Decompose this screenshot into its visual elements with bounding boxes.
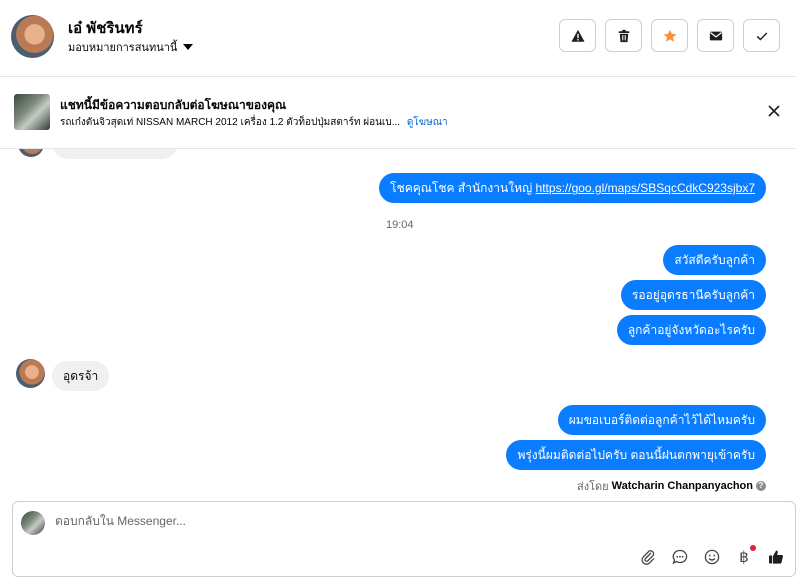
sent-by-label: ส่งโดย: [577, 481, 609, 493]
spam-button[interactable]: [559, 19, 596, 52]
header-actions: [559, 19, 780, 52]
page-avatar: [21, 511, 45, 535]
incoming-message-bubble: [52, 149, 178, 159]
check-icon: [756, 31, 767, 40]
ad-thumbnail[interactable]: [14, 94, 50, 130]
trash-icon: [618, 29, 629, 42]
contact-avatar-small: [18, 149, 44, 157]
outgoing-message-bubble[interactable]: สวัสดีครับลูกค้า: [663, 245, 766, 275]
warning-icon: [570, 29, 585, 42]
conversation-header: เอ๋ พัชรินทร์ มอบหมายการสนทนานี้: [0, 0, 796, 77]
message-timestamp: 19:04: [386, 219, 414, 231]
composer-tools: ฿: [639, 545, 785, 566]
star-icon: [663, 29, 676, 42]
contact-avatar[interactable]: [11, 15, 54, 58]
close-icon[interactable]: [766, 103, 782, 119]
view-ad-link[interactable]: ดูโฆษณา: [407, 117, 448, 128]
sender-name: Watcharin Chanpanyachon: [611, 480, 753, 492]
ad-description: รถเก๋งตันจิวสุดเท่ NISSAN MARCH 2012 เคร…: [60, 117, 401, 128]
delete-button[interactable]: [605, 19, 642, 52]
ad-banner-title: แชทนี้มีข้อความตอบกลับต่อโฆษณาของคุณ: [60, 98, 287, 112]
emoji-button[interactable]: [703, 548, 721, 566]
mark-unread-button[interactable]: [697, 19, 734, 52]
like-button[interactable]: [767, 548, 785, 566]
ad-reply-banner: แชทนี้มีข้อความตอบกลับต่อโฆษณาของคุณ รถเ…: [0, 77, 796, 149]
thumbs-up-icon: [769, 550, 783, 564]
message-thread[interactable]: โชคคุณโชค สำนักงานใหญ่ https://goo.gl/ma…: [0, 149, 796, 495]
sent-by-line: ส่งโดย Watcharin Chanpanyachon ?: [577, 477, 766, 495]
saved-replies-button[interactable]: [671, 548, 689, 566]
reply-input[interactable]: [55, 514, 655, 528]
outgoing-message-bubble[interactable]: โชคคุณโชค สำนักงานใหญ่ https://goo.gl/ma…: [379, 173, 766, 203]
paperclip-icon: [641, 550, 655, 565]
envelope-icon: [709, 31, 722, 40]
done-button[interactable]: [743, 19, 780, 52]
outgoing-message-bubble[interactable]: รออยู่อุดรธานีครับลูกค้า: [620, 280, 766, 310]
attach-button[interactable]: [639, 548, 657, 566]
caret-down-icon: [183, 44, 194, 50]
message-text: โชคคุณโชค สำนักงานใหญ่: [390, 181, 536, 195]
chat-bubble-icon: [672, 549, 688, 565]
help-icon[interactable]: ?: [756, 481, 766, 491]
assign-label: มอบหมายการสนทนานี้: [68, 42, 178, 54]
contact-name[interactable]: เอ๋ พัชรินทร์: [68, 16, 143, 40]
maps-link[interactable]: https://goo.gl/maps/SBSqcCdkC923sjbx7: [536, 181, 755, 195]
emoji-icon: [704, 549, 720, 565]
contact-avatar-small: [16, 359, 45, 388]
assign-conversation-dropdown[interactable]: มอบหมายการสนทนานี้: [68, 38, 194, 56]
notification-dot: [750, 545, 756, 551]
reply-composer: ฿: [12, 501, 796, 577]
outgoing-message-bubble[interactable]: พรุ่งนี้ผมติดต่อไปครับ ตอนนี้ฝนตกพายุเข้…: [506, 440, 766, 470]
payment-button[interactable]: ฿: [735, 545, 756, 566]
star-button[interactable]: [651, 19, 688, 52]
incoming-message-bubble[interactable]: อุดรจ้า: [52, 361, 110, 391]
outgoing-message-bubble[interactable]: ผมขอเบอร์ติดต่อลูกค้าไว้ได้ไหมครับ: [557, 405, 766, 435]
outgoing-message-bubble[interactable]: ลูกค้าอยู่จังหวัดอะไรครับ: [616, 315, 766, 345]
baht-icon: ฿: [739, 548, 749, 566]
ad-banner-subtitle: รถเก๋งตันจิวสุดเท่ NISSAN MARCH 2012 เคร…: [60, 115, 448, 130]
